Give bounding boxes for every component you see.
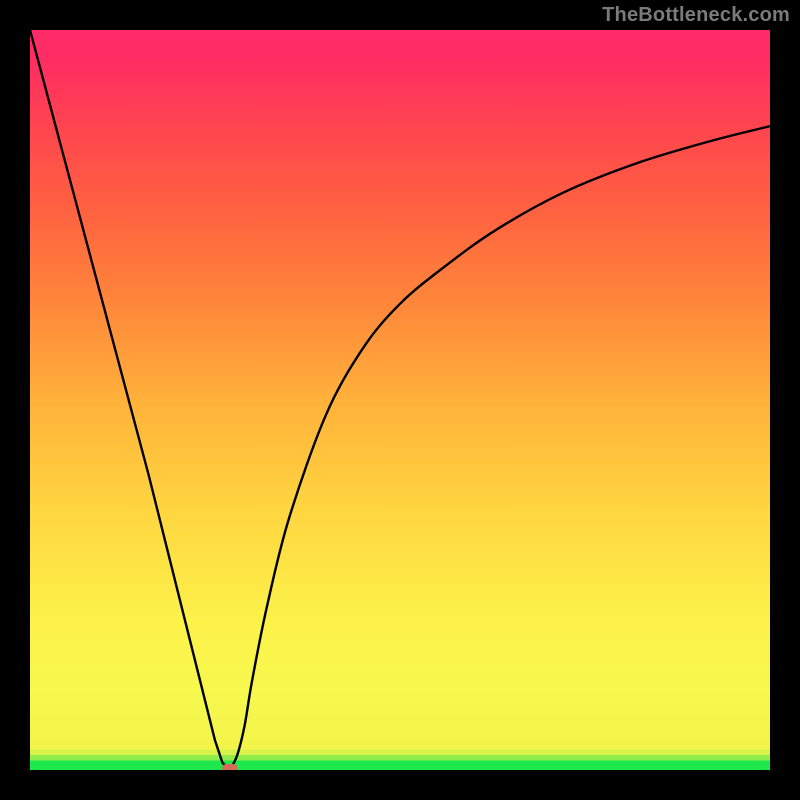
outer-frame: TheBottleneck.com — [0, 0, 800, 800]
plot-area — [30, 30, 770, 770]
curve-left-branch — [30, 30, 230, 770]
curve-right-branch — [230, 126, 770, 770]
min-marker — [222, 764, 237, 770]
chart-svg — [30, 30, 770, 770]
attribution-label: TheBottleneck.com — [602, 4, 790, 27]
